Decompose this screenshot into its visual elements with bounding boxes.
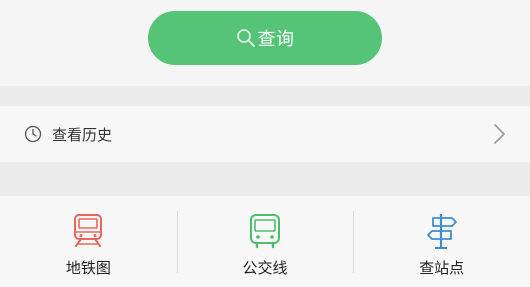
section-separator	[0, 162, 530, 196]
nav-divider	[353, 211, 355, 273]
bus-icon	[248, 213, 282, 249]
search-icon	[236, 28, 256, 48]
query-button-label: 查询	[257, 29, 295, 50]
subway-icon	[71, 213, 105, 249]
section-separator	[0, 86, 530, 106]
clock-icon	[24, 125, 42, 143]
nav-divider	[176, 211, 178, 273]
nav-item-find-station[interactable]: 查站点	[353, 196, 530, 287]
chevron-right-icon	[492, 123, 506, 145]
nav-item-bus-lines[interactable]: 公交线	[176, 196, 354, 287]
query-button[interactable]: 查询	[148, 11, 382, 65]
nav-item-subway-map[interactable]: 地铁图	[0, 196, 177, 287]
nav-label-bus-lines: 公交线	[242, 259, 288, 277]
signpost-icon	[425, 213, 459, 249]
bottom-nav: 地铁图 公交线 查站点	[0, 196, 530, 287]
query-area: 查询	[0, 0, 530, 86]
nav-label-find-station: 查站点	[419, 259, 465, 277]
view-history-row[interactable]: 查看历史	[0, 106, 530, 162]
view-history-label: 查看历史	[52, 125, 113, 144]
nav-label-subway-map: 地铁图	[65, 259, 111, 277]
